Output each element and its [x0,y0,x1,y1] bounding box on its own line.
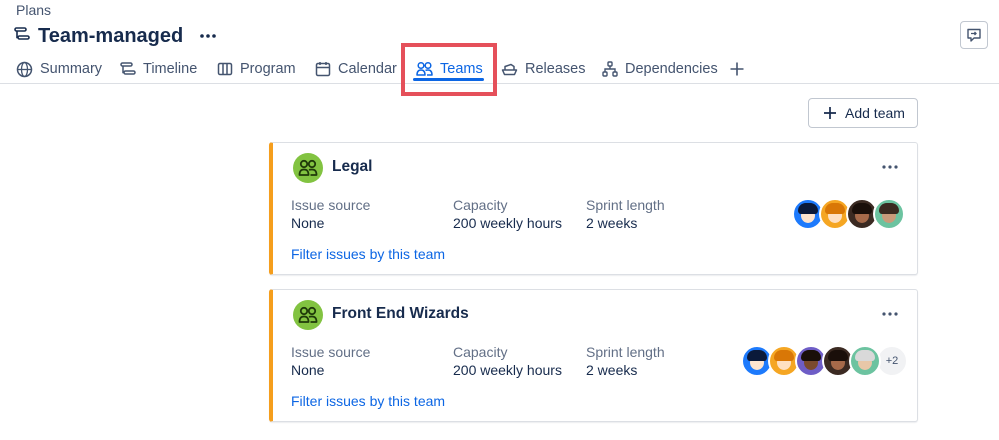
add-team-label: Add team [845,105,905,121]
avatar[interactable] [873,198,905,230]
feedback-button[interactable] [960,21,988,49]
team-name: Legal [332,158,373,175]
capacity-label: Capacity [453,344,508,360]
plan-icon [14,26,30,47]
hierarchy-icon [602,61,618,77]
filter-issues-link[interactable]: Filter issues by this team [291,246,445,262]
team-icon [293,153,323,183]
issue-source-label: Issue source [291,197,371,213]
calendar-icon [315,62,331,77]
team-members [792,198,905,230]
issue-source-value: None [291,215,325,231]
tab-label: Dependencies [625,61,718,77]
board-icon [217,62,233,76]
highlight-annotation [401,43,497,96]
tab-program[interactable]: Program [217,55,296,83]
sprint-length-value: 2 weeks [586,362,638,378]
tab-label: Calendar [338,61,397,77]
tab-bar: Summary Timeline Program Calendar Teams … [0,55,999,84]
ship-icon [501,63,518,76]
sprint-length-label: Sprint length [586,344,665,360]
sprint-length-value: 2 weeks [586,215,638,231]
page-title: Team-managed [38,24,184,47]
tab-label: Timeline [143,61,198,77]
team-icon [293,300,323,330]
tab-calendar[interactable]: Calendar [315,55,397,83]
tab-label: Program [240,61,296,77]
team-name: Front End Wizards [332,305,469,322]
tab-label: Releases [525,61,586,77]
more-icon [882,165,898,169]
capacity-label: Capacity [453,197,508,213]
team-more-button[interactable] [876,157,904,177]
team-card: Front End Wizards Issue source None Capa… [269,289,918,422]
team-card: Legal Issue source None Capacity 200 wee… [269,142,918,275]
team-more-button[interactable] [876,304,904,324]
filter-issues-link[interactable]: Filter issues by this team [291,393,445,409]
tab-label: Summary [40,61,103,77]
add-team-button[interactable]: Add team [808,98,918,128]
breadcrumb[interactable]: Plans [16,2,51,18]
capacity-value: 200 weekly hours [453,362,562,378]
more-icon [200,34,217,38]
tab-timeline[interactable]: Timeline [120,55,197,83]
tab-releases[interactable]: Releases [501,55,585,83]
team-members: +2 [741,345,908,377]
issue-source-value: None [291,362,325,378]
globe-icon [16,61,33,77]
issue-source-label: Issue source [291,344,371,360]
add-tab-button[interactable] [729,55,745,83]
plus-icon [730,62,744,76]
page-header: Team-managed [14,22,221,50]
sprint-length-label: Sprint length [586,197,665,213]
tab-summary[interactable]: Summary [16,55,102,83]
timeline-icon [120,62,136,75]
tab-dependencies[interactable]: Dependencies [602,55,718,83]
capacity-value: 200 weekly hours [453,215,562,231]
more-icon [882,312,898,316]
more-actions-button[interactable] [195,24,221,48]
plus-icon [824,107,836,119]
feedback-icon [967,28,981,42]
avatar[interactable] [849,345,881,377]
